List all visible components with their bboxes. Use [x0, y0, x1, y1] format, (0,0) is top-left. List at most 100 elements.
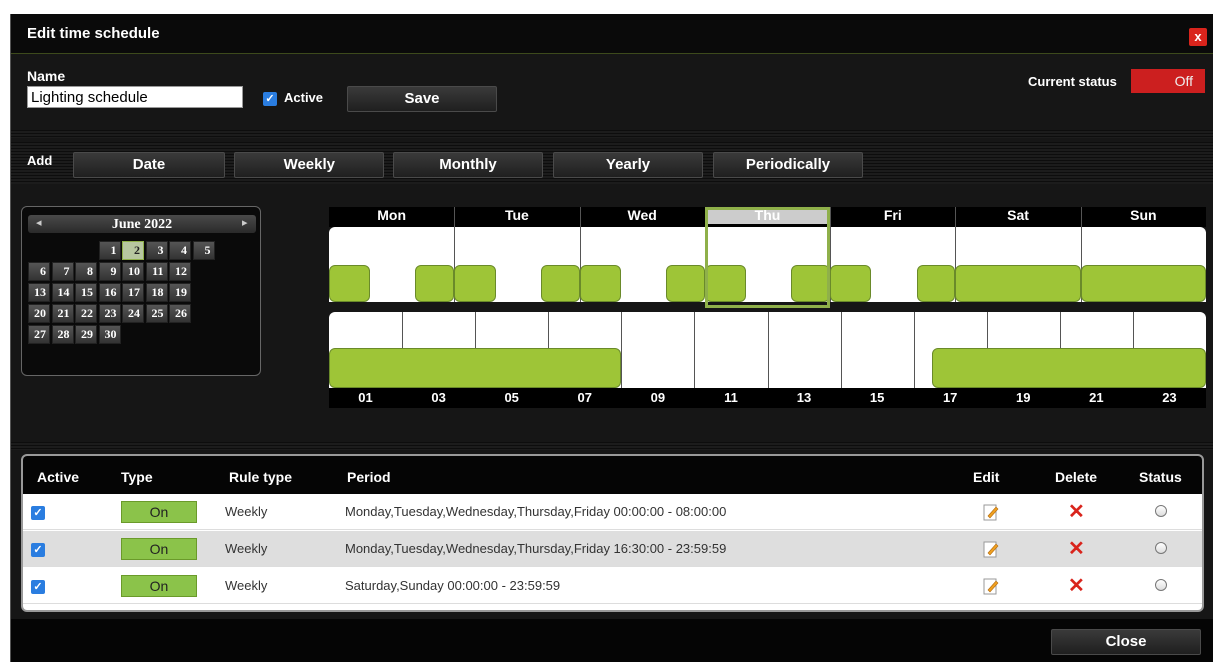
type-on-button[interactable]: On: [121, 575, 197, 597]
status-radio[interactable]: [1155, 542, 1167, 554]
hour-label: 11: [724, 390, 738, 405]
active-label: Active: [284, 90, 324, 105]
calendar-day[interactable]: 25: [145, 304, 168, 323]
hour-label: 13: [796, 390, 812, 405]
calendar-day[interactable]: 12: [169, 262, 191, 281]
col-type: Type: [121, 469, 153, 485]
close-button[interactable]: Close: [1051, 629, 1201, 655]
add-date-button[interactable]: Date: [73, 152, 225, 178]
col-active: Active: [37, 469, 80, 485]
day-label-mon: Mon: [377, 207, 407, 223]
calendar-day[interactable]: 19: [169, 283, 191, 302]
hour-label: 15: [869, 390, 885, 405]
calendar-day[interactable]: 6: [28, 262, 50, 281]
status-radio[interactable]: [1155, 579, 1167, 591]
row-active-checkbox[interactable]: ✓: [31, 506, 45, 520]
type-on-button[interactable]: On: [121, 501, 197, 523]
calendar-day[interactable]: 16: [98, 283, 121, 302]
on-segment[interactable]: [329, 348, 622, 388]
calendar-day[interactable]: 14: [51, 283, 74, 302]
calendar-day[interactable]: 13: [28, 283, 50, 302]
divider: [11, 130, 1213, 138]
calendar-day[interactable]: 23: [98, 304, 121, 323]
col-status: Status: [1139, 469, 1182, 485]
on-segment[interactable]: [666, 265, 705, 302]
hour-separator: [913, 312, 915, 388]
add-yearly-button[interactable]: Yearly: [553, 152, 703, 178]
calendar-day[interactable]: 2: [122, 241, 144, 260]
edit-icon[interactable]: [983, 540, 999, 558]
col-delete: Delete: [1055, 469, 1098, 485]
table-row[interactable]: ✓ On Weekly Monday,Tuesday,Wednesday,Thursd…: [23, 494, 1202, 530]
save-button[interactable]: Save: [347, 86, 497, 112]
calendar-header: ◂ June 2022 ▸: [28, 215, 256, 233]
calendar-day[interactable]: 3: [145, 241, 168, 260]
on-segment[interactable]: [955, 265, 1081, 302]
close-icon[interactable]: x: [1189, 28, 1207, 46]
calendar-day[interactable]: 11: [145, 262, 168, 281]
calendar-day[interactable]: 7: [51, 262, 74, 281]
delete-icon[interactable]: ✕: [1068, 499, 1085, 524]
status-radio[interactable]: [1155, 505, 1167, 517]
row-active-checkbox[interactable]: ✓: [31, 543, 45, 557]
calendar-day[interactable]: 29: [75, 325, 97, 344]
calendar-day[interactable]: 24: [122, 304, 144, 323]
calendar-day[interactable]: 21: [51, 304, 74, 323]
on-segment[interactable]: [916, 265, 956, 302]
active-checkbox[interactable]: ✓: [263, 92, 277, 106]
on-segment[interactable]: [579, 265, 621, 302]
title-bar: Edit time schedule x: [11, 14, 1213, 54]
rule-type-cell: Weekly: [225, 504, 268, 519]
calendar-day[interactable]: 27: [28, 325, 50, 344]
delete-icon[interactable]: ✕: [1068, 536, 1085, 561]
calendar-day[interactable]: 10: [122, 262, 144, 281]
row-active-checkbox[interactable]: ✓: [31, 580, 45, 594]
name-input[interactable]: [27, 86, 243, 108]
hour-label: 21: [1089, 390, 1104, 405]
calendar-day[interactable]: 30: [98, 325, 121, 344]
calendar-day[interactable]: 5: [192, 241, 215, 260]
edit-icon[interactable]: [983, 577, 999, 595]
add-monthly-button[interactable]: Monthly: [393, 152, 543, 178]
hour-separator: [621, 312, 623, 388]
on-segment[interactable]: [329, 265, 371, 302]
rule-type-cell: Weekly: [225, 578, 268, 593]
calendar-day[interactable]: 20: [28, 304, 50, 323]
calendar-day[interactable]: 26: [169, 304, 191, 323]
calendar-day[interactable]: 8: [75, 262, 97, 281]
calendar-day[interactable]: 28: [51, 325, 74, 344]
calendar-day[interactable]: 18: [145, 283, 168, 302]
next-month-icon[interactable]: ▸: [242, 216, 248, 229]
calendar-day[interactable]: 17: [122, 283, 144, 302]
delete-icon[interactable]: ✕: [1068, 573, 1085, 598]
mini-calendar: ◂ June 2022 ▸ 1 2 3 4 5 6 7 8 9 10 11 12 13 14 15 16 17 1…: [21, 206, 261, 376]
on-segment[interactable]: [1080, 265, 1206, 302]
on-segment[interactable]: [540, 265, 580, 302]
hour-label: 23: [1162, 390, 1177, 405]
calendar-day[interactable]: 22: [75, 304, 97, 323]
period-cell: Monday,Tuesday,Wednesday,Thursday,Friday…: [345, 504, 727, 519]
hour-label: 01: [358, 390, 373, 405]
period-cell: Saturday,Sunday 00:00:00 - 23:59:59: [345, 578, 561, 593]
table-row[interactable]: ✓ On Weekly Monday,Tuesday,Wednesday,Thursd…: [23, 531, 1202, 567]
on-segment[interactable]: [415, 265, 455, 302]
calendar-day[interactable]: 1: [98, 241, 121, 260]
calendar-day[interactable]: 15: [75, 283, 97, 302]
add-periodically-button[interactable]: Periodically: [713, 152, 863, 178]
hour-label: 09: [650, 390, 666, 405]
day-label-wed: Wed: [627, 207, 657, 223]
on-segment[interactable]: [830, 265, 872, 302]
calendar-day[interactable]: 9: [98, 262, 121, 281]
on-segment[interactable]: [931, 348, 1206, 388]
type-on-button[interactable]: On: [121, 538, 197, 560]
day-label-fri: Fri: [883, 207, 902, 223]
table-row[interactable]: ✓ On Weekly Saturday,Sunday 00:00:00 - 23:5…: [23, 568, 1202, 604]
add-weekly-button[interactable]: Weekly: [234, 152, 384, 178]
hour-label: 19: [1016, 390, 1031, 405]
on-segment[interactable]: [454, 265, 496, 302]
hour-label: 03: [431, 390, 446, 405]
col-rule-type: Rule type: [229, 469, 293, 485]
calendar-day[interactable]: 4: [169, 241, 191, 260]
edit-icon[interactable]: [983, 503, 999, 521]
selected-day-frame: [704, 207, 831, 308]
